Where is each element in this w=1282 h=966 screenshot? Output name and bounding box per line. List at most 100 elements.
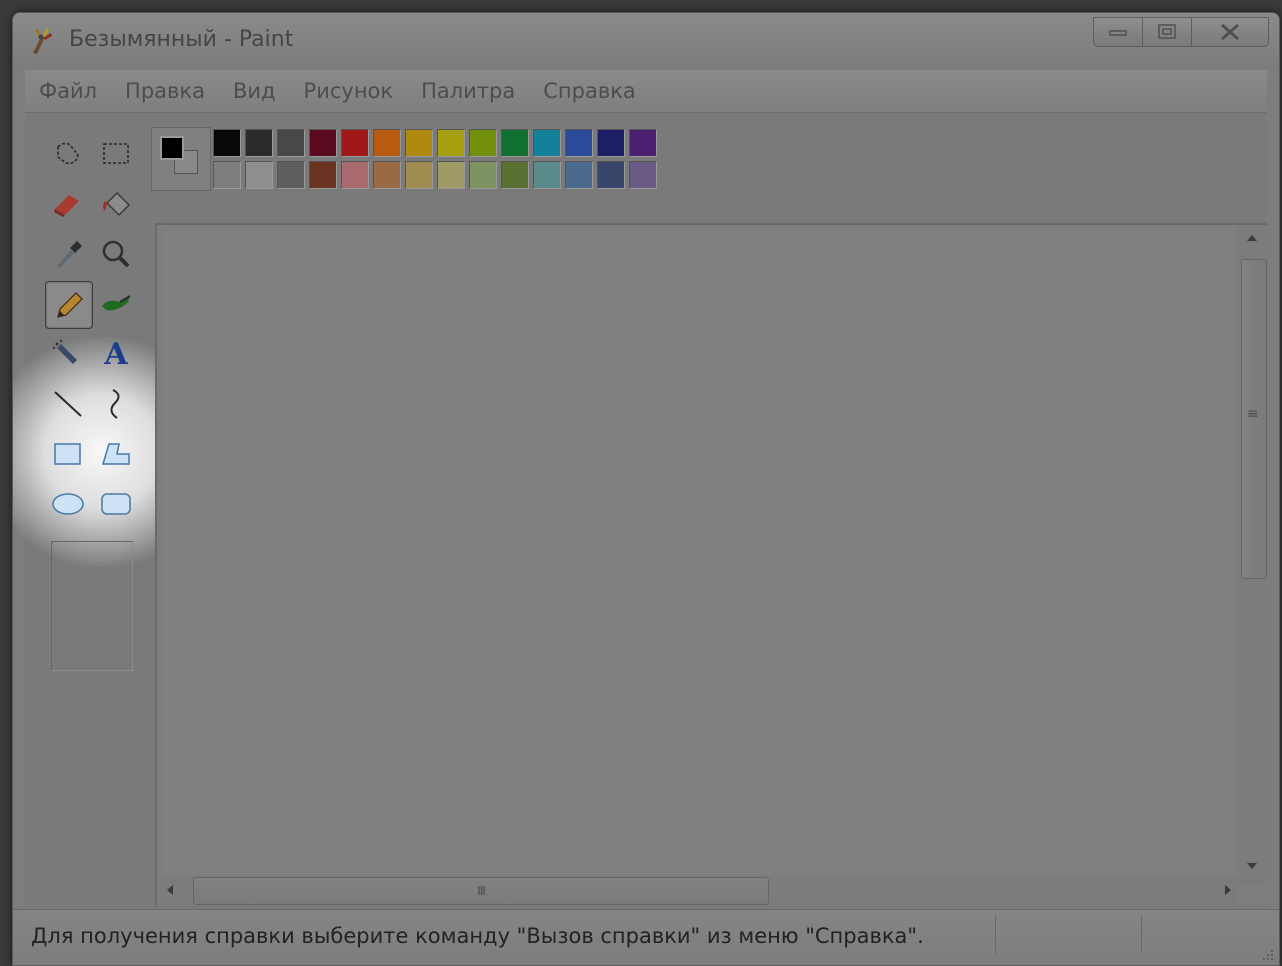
client-area: A ≡ III [13,113,1267,909]
title-bar[interactable]: Безымянный - Paint [13,13,1279,67]
tool-options-box[interactable] [51,541,133,671]
curve-icon [110,389,120,419]
palette-swatch[interactable] [341,161,369,189]
status-bar: Для получения справки выберите команду "… [13,909,1279,965]
tool-pencil[interactable] [45,281,93,329]
palette-swatch[interactable] [565,161,593,189]
palette-swatch[interactable] [533,129,561,157]
tool-rectangle[interactable] [45,431,91,477]
tool-curve[interactable] [93,381,139,427]
palette-swatch[interactable] [437,161,465,189]
minimize-icon [1109,30,1127,36]
tool-pick-color[interactable] [45,231,91,277]
menu-file[interactable]: Файл [25,79,111,103]
horizontal-scrollbar[interactable]: III [157,875,1237,905]
palette-swatch[interactable] [245,161,273,189]
line-icon [54,391,82,417]
menu-bar: Файл Правка Вид Рисунок Палитра Справка [25,70,1267,113]
scroll-right-arrow-icon[interactable] [1223,883,1233,897]
palette-swatch[interactable] [469,161,497,189]
scroll-down-arrow-icon[interactable] [1245,861,1259,871]
maximize-button[interactable] [1142,17,1192,47]
window-controls [1093,17,1269,47]
status-panel-2 [1141,916,1142,954]
ellipse-icon [52,493,84,515]
menu-help[interactable]: Справка [529,79,650,103]
foreground-color-swatch [160,136,184,160]
tool-rounded-rectangle[interactable] [93,481,139,527]
tool-eraser[interactable] [45,181,91,227]
palette-swatch[interactable] [277,129,305,157]
rounded-rect-icon [101,493,131,515]
palette-swatch[interactable] [501,129,529,157]
window-title: Безымянный - Paint [69,27,294,52]
eyedropper-icon [57,241,82,268]
vertical-grip: ≡ [1247,406,1259,422]
horizontal-grip: III [477,884,486,898]
menu-image[interactable]: Рисунок [290,79,408,103]
drawing-canvas[interactable] [163,229,1245,883]
close-icon [1221,23,1239,41]
palette-swatch[interactable] [533,161,561,189]
eraser-icon [54,195,79,217]
palette-swatch[interactable] [597,129,625,157]
toolbox: A [13,127,217,897]
fill-bucket-icon [103,191,131,217]
scroll-up-arrow-icon[interactable] [1245,233,1259,243]
paint-window: Безымянный - Paint Файл Правка Вид Рисун… [12,12,1280,966]
color-palette [151,127,671,191]
palette-swatch[interactable] [373,161,401,189]
tool-airbrush[interactable] [45,331,91,377]
palette-swatch[interactable] [437,129,465,157]
menu-view[interactable]: Вид [219,79,290,103]
status-panel-1 [995,916,996,954]
minimize-button[interactable] [1093,17,1143,47]
tool-rect-select[interactable] [93,131,139,177]
canvas-frame: ≡ III [155,223,1267,905]
close-button[interactable] [1191,17,1269,47]
palette-swatch[interactable] [469,129,497,157]
magnifier-icon [102,240,130,268]
tool-magnifier[interactable] [93,231,139,277]
free-select-icon [57,142,79,165]
airbrush-icon [52,339,77,364]
palette-swatch[interactable] [309,129,337,157]
vertical-scroll-thumb[interactable]: ≡ [1241,259,1267,579]
tool-brush[interactable] [93,281,139,327]
palette-swatch[interactable] [629,129,657,157]
menu-palette[interactable]: Палитра [407,79,529,103]
palette-swatch[interactable] [501,161,529,189]
polygon-icon [101,443,130,465]
current-colors[interactable] [151,127,211,191]
palette-swatch[interactable] [309,161,337,189]
rect-select-icon [103,143,129,164]
palette-swatch[interactable] [213,161,241,189]
palette-swatch[interactable] [277,161,305,189]
palette-swatch[interactable] [405,161,433,189]
status-text: Для получения справки выберите команду "… [31,924,924,948]
resize-grip-icon[interactable] [1259,946,1275,962]
palette-swatch[interactable] [213,129,241,157]
scroll-left-arrow-icon[interactable] [165,883,175,897]
paint-brush-icon [33,28,52,54]
tool-text[interactable]: A [93,331,139,377]
palette-swatch[interactable] [565,129,593,157]
tool-ellipse[interactable] [45,481,91,527]
palette-swatch[interactable] [373,129,401,157]
palette-swatch[interactable] [341,129,369,157]
vertical-scrollbar[interactable]: ≡ [1237,225,1267,885]
text-icon: A [104,336,128,372]
rectangle-icon [54,443,81,465]
menu-edit[interactable]: Правка [111,79,219,103]
horizontal-scroll-thumb[interactable]: III [193,877,769,905]
tool-fill[interactable] [93,181,139,227]
palette-swatch[interactable] [597,161,625,189]
palette-swatch[interactable] [245,129,273,157]
palette-swatch[interactable] [629,161,657,189]
brush-icon [102,295,131,311]
tool-polygon[interactable] [93,431,139,477]
tool-line[interactable] [45,381,91,427]
palette-swatch[interactable] [405,129,433,157]
pencil-icon [57,292,83,318]
tool-free-form-select[interactable] [45,131,91,177]
